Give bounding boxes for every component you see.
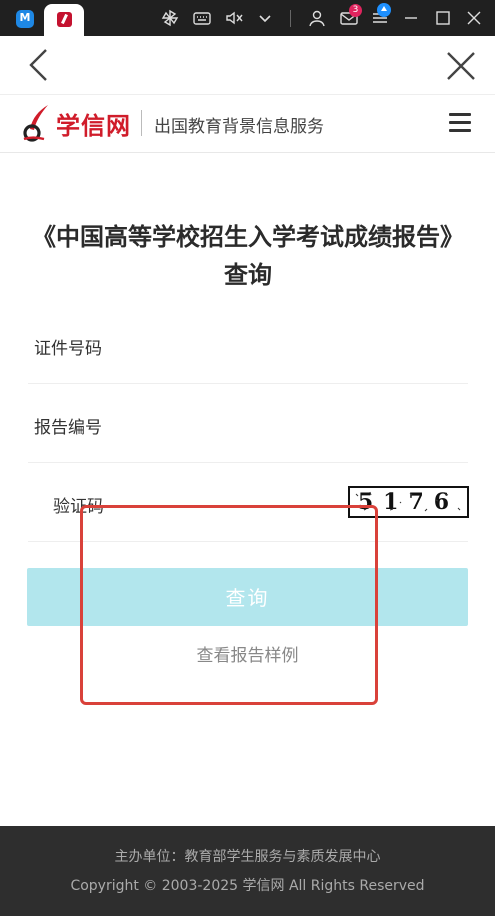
browser-tab-xuexin[interactable]: [44, 4, 84, 36]
mail-icon[interactable]: 3: [339, 4, 362, 28]
report-number-row: 报告编号: [28, 384, 468, 463]
hamburger-menu-icon[interactable]: [449, 113, 471, 133]
system-taskbar: 3: [0, 0, 495, 36]
site-logo-text[interactable]: 学信网: [56, 106, 131, 141]
keyboard-icon[interactable]: [192, 8, 212, 28]
app-nav-bar: [0, 36, 495, 95]
pinwheel-icon[interactable]: [160, 8, 180, 28]
site-header: 学信网 出国教育背景信息服务: [0, 95, 495, 153]
footer-organizer: 主办单位：教育部学生服务与素质发展中心: [114, 849, 381, 865]
maximize-icon[interactable]: [433, 8, 453, 28]
user-icon[interactable]: [307, 8, 327, 28]
xuexin-logo-icon[interactable]: [20, 103, 54, 143]
mail-count-badge: 3: [349, 4, 362, 17]
id-number-label: 证件号码: [34, 339, 102, 359]
update-badge-icon: [377, 3, 391, 17]
close-icon[interactable]: [445, 50, 477, 82]
site-subtitle: 出国教育背景信息服务: [154, 117, 324, 137]
list-menu-icon[interactable]: [370, 3, 391, 28]
highlight-annotation-box: [80, 505, 378, 705]
window-close-icon[interactable]: [464, 8, 484, 28]
report-number-label: 报告编号: [34, 418, 102, 438]
chevron-down-icon[interactable]: [255, 8, 275, 28]
report-number-input[interactable]: [138, 402, 372, 444]
page-title: 《中国高等学校招生入学考试成绩报告》查询: [32, 223, 464, 289]
taskbar-divider: [290, 10, 291, 27]
id-number-row: 证件号码: [28, 305, 468, 384]
xuexin-favicon-icon: [57, 12, 72, 27]
mute-icon[interactable]: [224, 8, 244, 28]
footer-copyright: Copyright © 2003-2025 学信网 All Rights Res…: [70, 878, 425, 894]
header-divider: [141, 110, 142, 136]
id-number-input[interactable]: [138, 323, 372, 365]
minimize-icon[interactable]: [401, 8, 421, 28]
page-footer: 主办单位：教育部学生服务与素质发展中心 Copyright © 2003-202…: [0, 826, 495, 916]
back-arrow-icon[interactable]: [24, 48, 54, 82]
app-launcher-icon[interactable]: [16, 10, 34, 28]
